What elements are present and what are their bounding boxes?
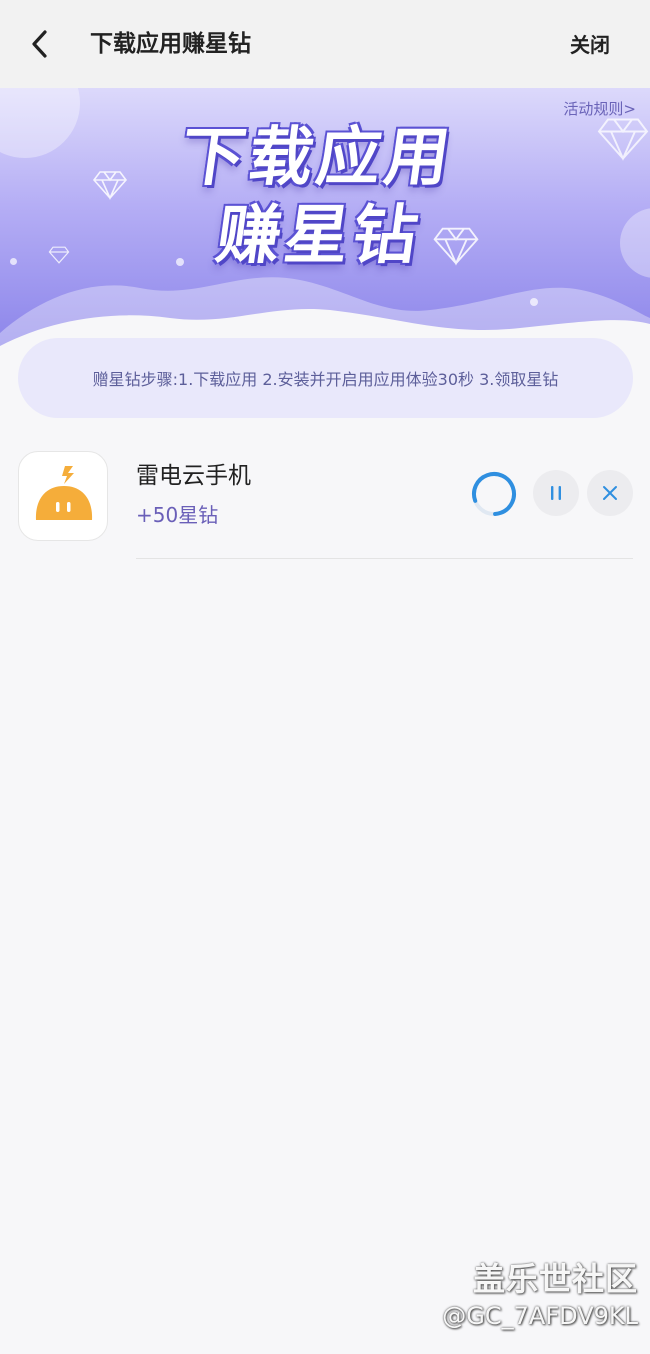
progress-ring-icon xyxy=(471,472,516,516)
back-button[interactable] xyxy=(22,26,58,62)
app-reward: +50星钻 xyxy=(136,503,219,527)
watermark-user: @GC_7AFDV9KL xyxy=(442,1302,638,1330)
banner-wave xyxy=(0,277,650,348)
reward-steps-banner: 赠星钻步骤:1.下载应用 2.安装并开启用应用体验30秒 3.领取星钻 xyxy=(18,338,633,418)
list-divider xyxy=(136,558,633,559)
banner-title-line1: 下载应用 xyxy=(175,121,459,195)
close-icon xyxy=(603,486,617,500)
activity-rules-link[interactable]: 活动规则> xyxy=(563,98,636,120)
top-bar: 下载应用赚星钻 关闭 xyxy=(0,0,650,88)
promo-banner: 活动规则> 下载应用 赚星钻 xyxy=(0,88,650,348)
close-button[interactable]: 关闭 xyxy=(570,30,610,60)
page-title: 下载应用赚星钻 xyxy=(90,31,251,57)
pause-icon xyxy=(551,486,561,500)
app-icon[interactable] xyxy=(18,451,108,541)
chevron-left-icon xyxy=(32,30,47,58)
watermark-logo: 盖乐世社区 xyxy=(472,1260,638,1298)
pause-button[interactable] xyxy=(533,470,579,516)
ldyun-app-icon xyxy=(35,466,93,520)
app-name: 雷电云手机 xyxy=(136,463,251,489)
download-progress-indicator xyxy=(470,470,518,518)
cancel-download-button[interactable] xyxy=(587,470,633,516)
